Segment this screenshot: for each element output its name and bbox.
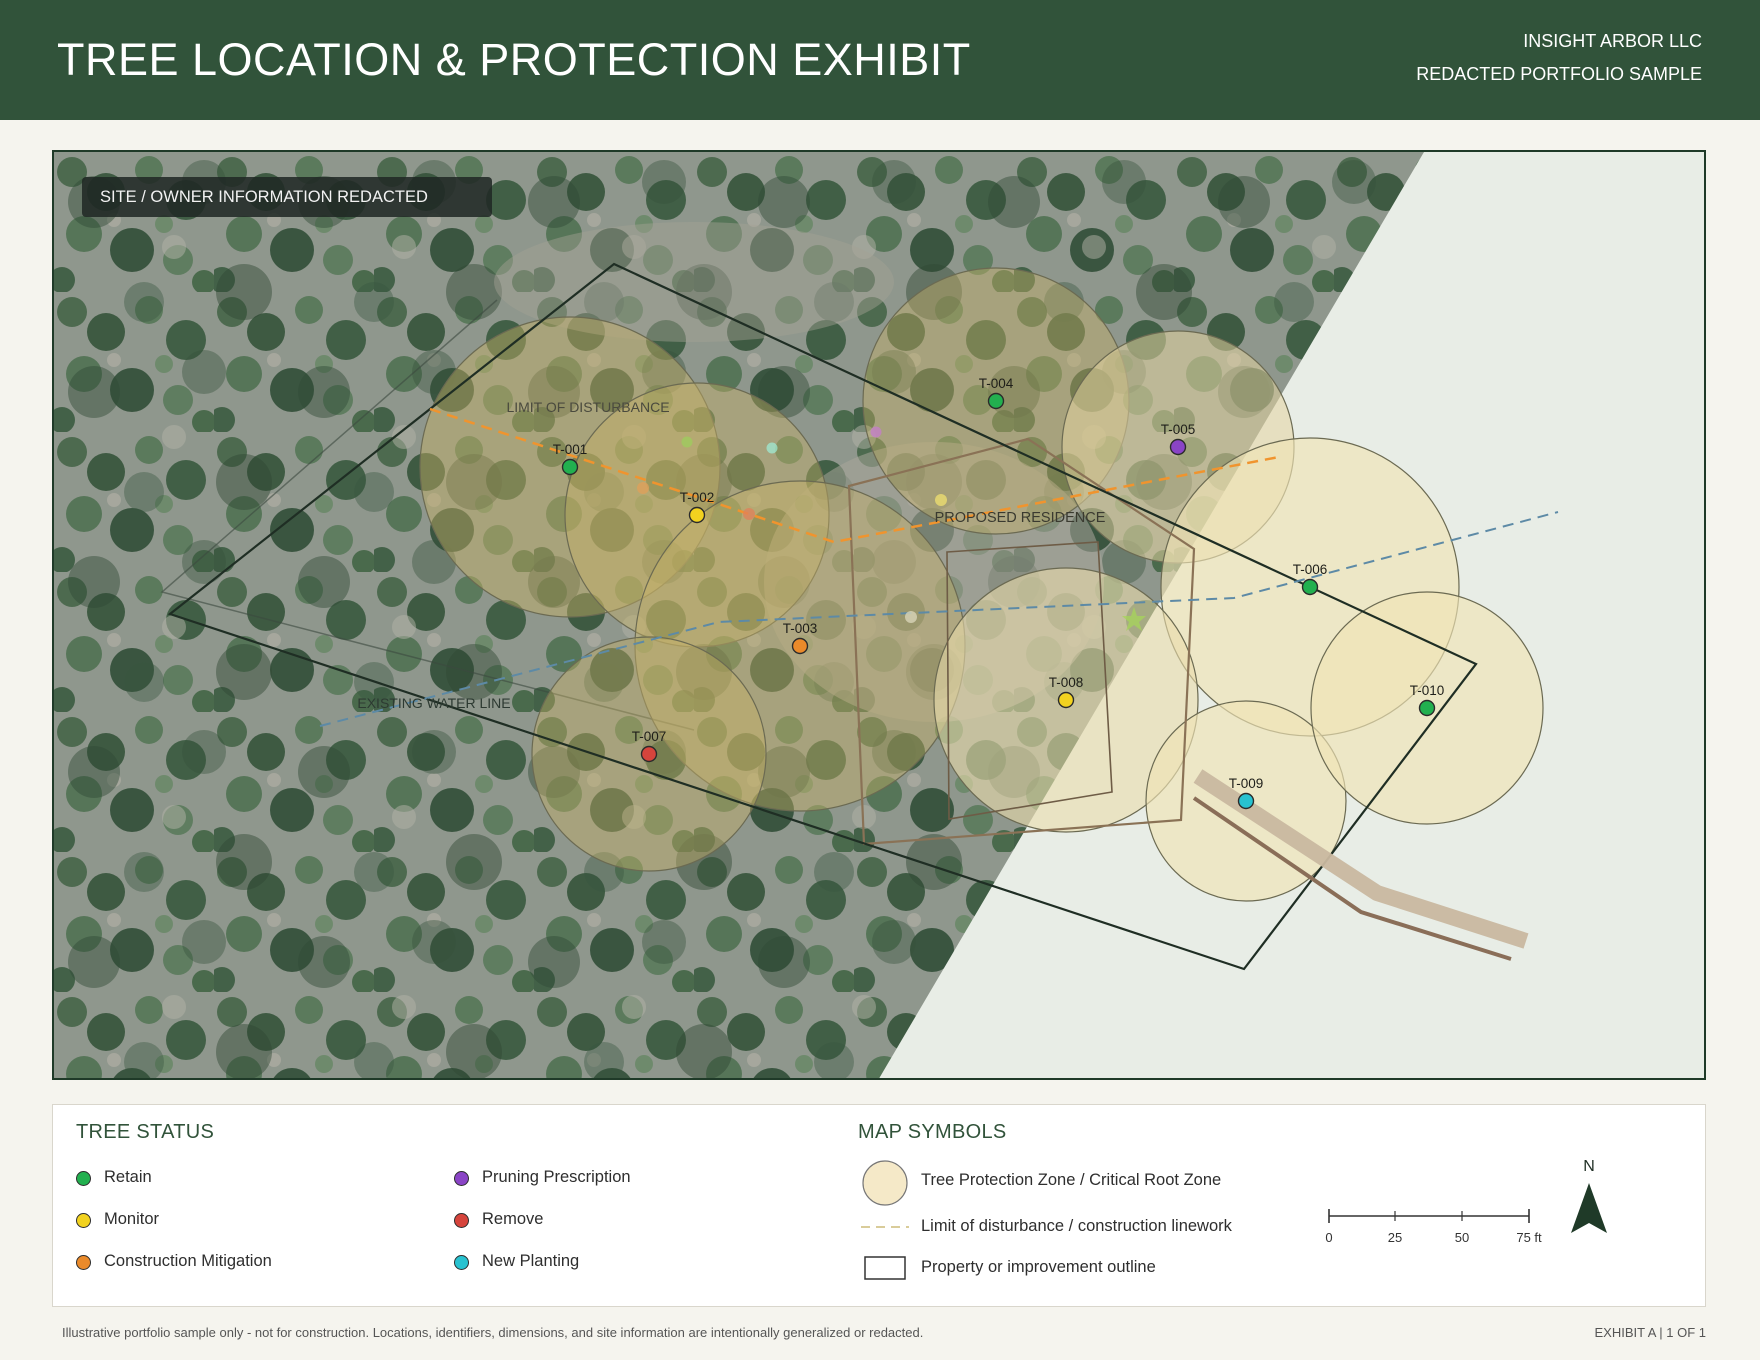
footer-disclaimer: Illustrative portfolio sample only - not… <box>62 1325 924 1340</box>
north-label: N <box>1583 1158 1595 1175</box>
tree-marker-dot-icon[interactable] <box>1057 691 1075 709</box>
exhibit-number: EXHIBIT A | 1 OF 1 <box>1594 1325 1706 1340</box>
tree-marker-dot-icon[interactable] <box>1237 792 1255 810</box>
tpz-symbol-icon <box>862 1160 908 1206</box>
scale-tick-label: 75 ft <box>1516 1230 1542 1245</box>
water-line-label: EXISTING WATER LINE <box>357 695 510 711</box>
scale-tick-label: 25 <box>1388 1230 1402 1245</box>
tree-id-label: T-010 <box>1410 683 1445 698</box>
tree-marker-dot-icon[interactable] <box>561 458 579 476</box>
tree-marker-dot-icon[interactable] <box>1301 578 1319 596</box>
title-bar: TREE LOCATION & PROTECTION EXHIBIT INSIG… <box>0 0 1760 120</box>
tpz-symbol-label: Tree Protection Zone / Critical Root Zon… <box>921 1171 1222 1189</box>
tree-id-label: T-003 <box>783 621 818 636</box>
tree-marker-dot-icon[interactable] <box>688 506 706 524</box>
outline-symbol-icon <box>864 1256 906 1280</box>
north-arrow: N <box>1571 1158 1607 1233</box>
redacted-info-badge: SITE / OWNER INFORMATION REDACTED <box>82 177 492 217</box>
tree-marker-dot-icon[interactable] <box>640 745 658 763</box>
lod-symbol-label: Limit of disturbance / construction line… <box>921 1217 1232 1235</box>
header-subtitle: REDACTED PORTFOLIO SAMPLE <box>1416 64 1702 84</box>
tree-marker-dot-icon[interactable] <box>987 392 1005 410</box>
site-map[interactable]: LIMIT OF DISTURBANCE PROPOSED RESIDENCE … <box>52 150 1706 1080</box>
limit-of-disturbance-label: LIMIT OF DISTURBANCE <box>506 399 669 415</box>
tree-id-label: T-008 <box>1049 675 1084 690</box>
tree-marker-dot-icon[interactable] <box>1418 699 1436 717</box>
scale-bar: 0 25 50 75 ft <box>1325 1209 1542 1245</box>
company-name: INSIGHT ARBOR LLC <box>1523 31 1702 51</box>
legend-symbols: 0 25 50 75 ft N <box>861 1158 1607 1280</box>
scale-tick-label: 50 <box>1455 1230 1469 1245</box>
tree-id-label: T-009 <box>1229 776 1264 791</box>
map-canvas: LIMIT OF DISTURBANCE PROPOSED RESIDENCE … <box>54 152 1704 1078</box>
tree-id-label: T-001 <box>553 442 588 457</box>
faint-marker <box>743 508 755 520</box>
faint-marker <box>766 442 778 454</box>
tree-marker-dot-icon[interactable] <box>791 637 809 655</box>
scale-tick-label: 0 <box>1325 1230 1332 1245</box>
faint-marker <box>935 494 947 506</box>
north-arrow-icon <box>1571 1183 1607 1233</box>
tree-id-label: T-006 <box>1293 562 1328 577</box>
faint-marker <box>905 611 917 623</box>
proposed-residence-label: PROPOSED RESIDENCE <box>935 510 1106 526</box>
tree-marker-dot-icon[interactable] <box>1169 438 1187 456</box>
tree-id-label: T-005 <box>1161 422 1196 437</box>
outline-symbol-label: Property or improvement outline <box>921 1258 1156 1276</box>
page-title: TREE LOCATION & PROTECTION EXHIBIT <box>57 34 971 85</box>
tree-id-label: T-004 <box>979 376 1014 391</box>
faint-marker <box>637 482 649 494</box>
legend-panel: TREE STATUS Retain Monitor Construction … <box>52 1104 1706 1307</box>
faint-marker <box>681 436 693 448</box>
tree-id-label: T-002 <box>680 490 715 505</box>
tree-id-label: T-007 <box>632 729 667 744</box>
faint-marker <box>870 426 882 438</box>
